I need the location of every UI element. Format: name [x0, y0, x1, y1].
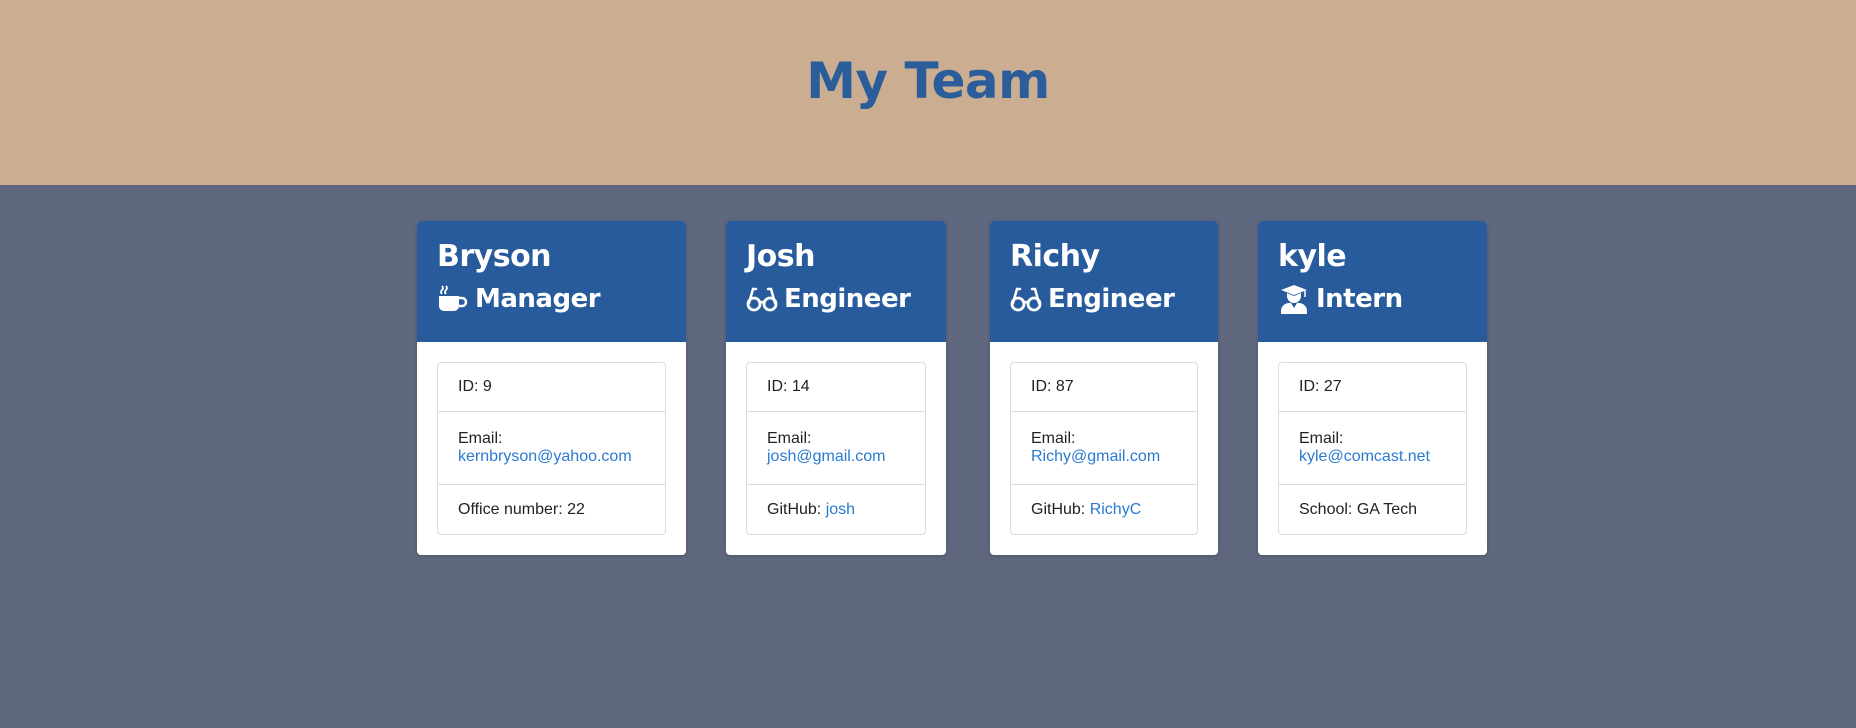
- employee-card: Bryson Manager ID: 9 Email: kernbryson@y…: [417, 221, 686, 555]
- email-item: Email: Richy@gmail.com: [1011, 412, 1197, 485]
- page-header: My Team: [0, 0, 1856, 185]
- email-label: Email:: [1031, 430, 1076, 447]
- email-item: Email: kernbryson@yahoo.com: [438, 412, 665, 485]
- card-header: kyle Intern: [1258, 221, 1487, 342]
- glasses-icon: [1010, 283, 1042, 315]
- email-label: Email:: [458, 430, 503, 447]
- employee-role-label: Engineer: [1048, 284, 1175, 314]
- email-item: Email: kyle@comcast.net: [1279, 412, 1466, 485]
- github-link[interactable]: RichyC: [1090, 501, 1142, 518]
- employee-card: Richy Engineer ID: 87 Email: Richy@gmail…: [990, 221, 1218, 555]
- email-link[interactable]: josh@gmail.com: [767, 448, 905, 466]
- team-container: Bryson Manager ID: 9 Email: kernbryson@y…: [0, 185, 1856, 728]
- id-text: ID: 14: [767, 378, 810, 395]
- employee-role-label: Intern: [1316, 284, 1403, 314]
- office-text: Office number: 22: [458, 500, 585, 518]
- id-text: ID: 9: [458, 378, 492, 395]
- employee-name: Bryson: [437, 239, 552, 274]
- card-body: ID: 27 Email: kyle@comcast.net School: G…: [1258, 342, 1487, 555]
- employee-role: Engineer: [746, 283, 926, 315]
- email-link[interactable]: Richy@gmail.com: [1031, 448, 1177, 466]
- github-row: GitHub: josh: [767, 501, 905, 519]
- mug-icon: [437, 283, 469, 315]
- github-link[interactable]: josh: [826, 501, 855, 518]
- employee-name: kyle: [1278, 239, 1347, 274]
- employee-card: kyle Intern ID: 27 Email: kyle@comcast.n…: [1258, 221, 1487, 555]
- info-list: ID: 87 Email: Richy@gmail.com GitHub: Ri…: [1010, 362, 1198, 535]
- email-item: Email: josh@gmail.com: [747, 412, 925, 485]
- employee-role-label: Engineer: [784, 284, 911, 314]
- card-body: ID: 9 Email: kernbryson@yahoo.com Office…: [417, 342, 686, 555]
- id-text: ID: 87: [1031, 378, 1074, 395]
- employee-role: Manager: [437, 283, 666, 315]
- id-text: ID: 27: [1299, 378, 1342, 395]
- employee-name: Josh: [746, 239, 816, 274]
- card-body: ID: 87 Email: Richy@gmail.com GitHub: Ri…: [990, 342, 1218, 555]
- github-label: GitHub:: [1031, 500, 1090, 518]
- github-item: GitHub: josh: [747, 485, 925, 534]
- card-header: Bryson Manager: [417, 221, 686, 342]
- github-label: GitHub:: [767, 500, 826, 518]
- graduate-icon: [1278, 283, 1310, 315]
- id-item: ID: 14: [747, 363, 925, 412]
- employee-role-label: Manager: [475, 284, 601, 314]
- info-list: ID: 27 Email: kyle@comcast.net School: G…: [1278, 362, 1467, 535]
- employee-role: Intern: [1278, 283, 1467, 315]
- email-link[interactable]: kernbryson@yahoo.com: [458, 448, 645, 466]
- info-list: ID: 14 Email: josh@gmail.com GitHub: jos…: [746, 362, 926, 535]
- email-link[interactable]: kyle@comcast.net: [1299, 448, 1446, 466]
- email-label: Email:: [1299, 430, 1344, 447]
- glasses-icon: [746, 283, 778, 315]
- school-text: School: GA Tech: [1299, 500, 1417, 518]
- email-label: Email:: [767, 430, 812, 447]
- id-item: ID: 87: [1011, 363, 1197, 412]
- card-body: ID: 14 Email: josh@gmail.com GitHub: jos…: [726, 342, 946, 555]
- id-item: ID: 27: [1279, 363, 1466, 412]
- page-title: My Team: [806, 52, 1050, 110]
- office-item: Office number: 22: [438, 485, 665, 534]
- info-list: ID: 9 Email: kernbryson@yahoo.com Office…: [437, 362, 666, 535]
- employee-role: Engineer: [1010, 283, 1198, 315]
- school-item: School: GA Tech: [1279, 485, 1466, 534]
- github-row: GitHub: RichyC: [1031, 501, 1177, 519]
- id-item: ID: 9: [438, 363, 665, 412]
- card-header: Josh Engineer: [726, 221, 946, 342]
- employee-name: Richy: [1010, 239, 1100, 274]
- card-header: Richy Engineer: [990, 221, 1218, 342]
- employee-card: Josh Engineer ID: 14 Email: josh@gmail.c…: [726, 221, 946, 555]
- github-item: GitHub: RichyC: [1011, 485, 1197, 534]
